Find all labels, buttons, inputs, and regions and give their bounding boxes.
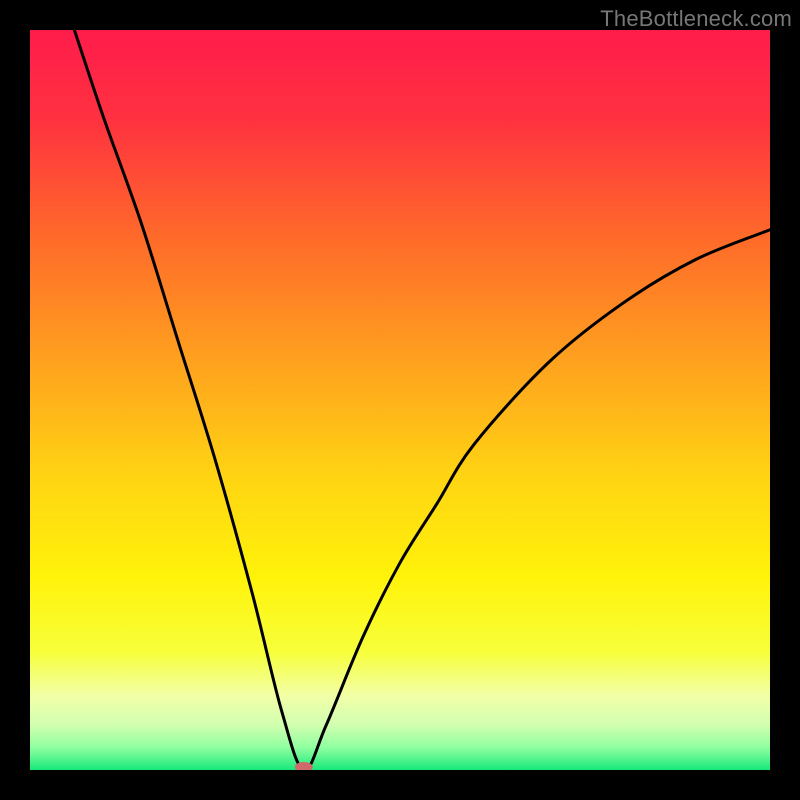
- plot-area: [30, 30, 770, 770]
- watermark-text: TheBottleneck.com: [600, 6, 792, 32]
- chart-frame: TheBottleneck.com: [0, 0, 800, 800]
- chart-svg: [30, 30, 770, 770]
- gradient-background: [30, 30, 770, 770]
